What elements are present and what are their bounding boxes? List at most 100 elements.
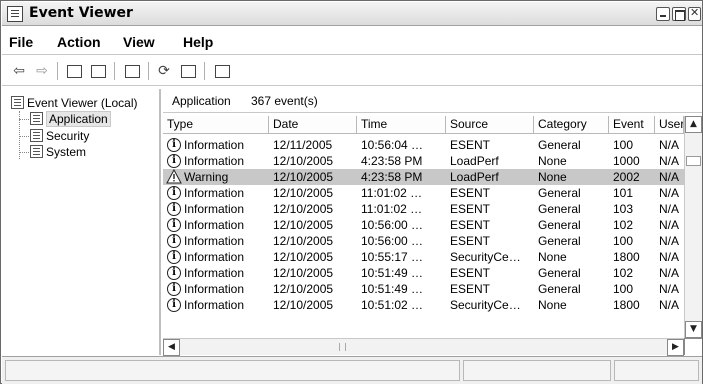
status-pane-tertiary (614, 360, 699, 381)
minimize-button[interactable] (656, 7, 670, 21)
close-button[interactable] (688, 6, 701, 21)
cell-source: ESENT (450, 234, 491, 248)
console-tree: Event Viewer (Local) Application Securit… (2, 89, 161, 355)
event-row[interactable]: i Information 12/10/2005 11:01:02 … ESENT Gen… (163, 201, 684, 217)
event-row[interactable]: i Information 12/11/2005 10:56:04 … ESENT Gen… (163, 137, 684, 153)
cell-type: Information (184, 234, 245, 248)
forward-arrow-icon[interactable]: ⇨ (32, 61, 52, 81)
cell-type: Information (184, 202, 245, 216)
column-date[interactable]: Date (269, 116, 357, 134)
column-time[interactable]: Time (357, 116, 446, 134)
maximize-button[interactable] (672, 7, 686, 21)
cell-event: 1000 (613, 154, 640, 168)
column-type[interactable]: Type (163, 116, 269, 134)
tree-connector (19, 119, 29, 120)
event-row[interactable]: i Information 12/10/2005 4:23:58 PM LoadPerf… (163, 153, 684, 169)
menu-file[interactable]: File (9, 34, 33, 50)
cell-event: 102 (613, 218, 634, 232)
menu-view[interactable]: View (123, 34, 155, 50)
column-user[interactable]: User (655, 116, 684, 134)
tree-item-system[interactable]: System (30, 144, 86, 160)
cell-time: 10:56:04 … (361, 138, 424, 152)
event-row[interactable]: i Information 12/10/2005 10:51:49 … ESENT Gen… (163, 265, 684, 281)
cell-user: N/A (659, 170, 680, 184)
cell-event: 100 (613, 282, 634, 296)
properties-icon[interactable] (122, 61, 142, 81)
cell-type: Information (184, 250, 245, 264)
refresh-icon[interactable]: ⟳ (154, 61, 174, 81)
cell-user: N/A (659, 250, 680, 264)
scroll-up-button[interactable]: ▲ (685, 116, 702, 133)
cell-category: General (538, 138, 581, 152)
tree-root-event-viewer[interactable]: Event Viewer (Local) (11, 95, 138, 111)
event-row[interactable]: i Information 12/10/2005 10:56:00 … ESENT Gen… (163, 233, 684, 249)
toolbar: ⇦ ⇨ ⟳ (2, 56, 702, 86)
title-bar[interactable]: Event Viewer (2, 2, 702, 26)
event-count: 367 event(s) (251, 94, 318, 108)
export-list-icon[interactable] (178, 61, 198, 81)
event-row[interactable]: i Information 12/10/2005 10:55:17 … Security… (163, 249, 684, 265)
column-source[interactable]: Source (446, 116, 534, 134)
cell-time: 10:56:00 … (361, 234, 424, 248)
horizontal-scrollbar[interactable]: ◀ ▶ (163, 338, 684, 356)
column-event[interactable]: Event (609, 116, 655, 134)
cell-user: N/A (659, 138, 680, 152)
cell-type: Information (184, 138, 245, 152)
event-log-icon (30, 112, 43, 125)
cell-user: N/A (659, 298, 680, 312)
toolbar-separator (57, 62, 58, 80)
cell-time: 10:51:49 … (361, 266, 424, 280)
cell-time: 4:23:58 PM (361, 170, 423, 184)
cell-category: General (538, 202, 581, 216)
show-hide-tree-icon[interactable] (88, 61, 108, 81)
information-icon: i (167, 186, 181, 200)
list-description-bar: Application 367 event(s) (163, 89, 702, 113)
column-category[interactable]: Category (534, 116, 609, 134)
information-icon: i (167, 250, 181, 264)
cell-category: General (538, 282, 581, 296)
cell-time: 10:55:17 … (361, 250, 424, 264)
event-row[interactable]: i Information 12/10/2005 11:01:02 … ESENT Gen… (163, 185, 684, 201)
vertical-scrollbar[interactable]: ▲ ▼ (684, 116, 702, 338)
help-icon[interactable] (212, 61, 232, 81)
cell-user: N/A (659, 218, 680, 232)
back-arrow-icon[interactable]: ⇦ (9, 61, 29, 81)
scroll-left-button[interactable]: ◀ (163, 339, 180, 356)
cell-type: Information (184, 154, 245, 168)
menu-bar: File Action View Help (2, 27, 702, 55)
cell-user: N/A (659, 266, 680, 280)
tree-item-application[interactable]: Application (30, 111, 111, 127)
event-viewer-app-icon[interactable] (7, 6, 23, 22)
up-folder-icon[interactable] (64, 61, 84, 81)
event-row[interactable]: i Information 12/10/2005 10:51:02 … Security… (163, 297, 684, 313)
cell-type: Information (184, 186, 245, 200)
cell-source: ESENT (450, 266, 491, 280)
information-icon: i (167, 234, 181, 248)
event-row[interactable]: i Information 12/10/2005 10:51:49 … ESENT Gen… (163, 281, 684, 297)
event-row[interactable]: i Information 12/10/2005 10:56:00 … ESENT Gen… (163, 217, 684, 233)
menu-action[interactable]: Action (57, 34, 101, 50)
cell-type: Information (184, 282, 245, 296)
window-title: Event Viewer (29, 5, 133, 21)
cell-source: ESENT (450, 186, 491, 200)
cell-type: Warning (184, 170, 229, 184)
information-icon: i (167, 154, 181, 168)
status-pane-secondary (463, 360, 611, 381)
cell-date: 12/10/2005 (273, 186, 334, 200)
event-row[interactable]: Warning 12/10/2005 4:23:58 PM LoadPerf None 2… (163, 169, 684, 185)
event-viewer-icon (11, 96, 24, 109)
events-list[interactable]: Type Date Time Source Category Event Use… (163, 114, 702, 355)
cell-date: 12/11/2005 (273, 138, 333, 152)
scroll-down-button[interactable]: ▼ (685, 321, 702, 338)
menu-help[interactable]: Help (183, 34, 213, 50)
status-pane-main (5, 360, 460, 381)
cell-time: 10:51:49 … (361, 282, 424, 296)
tree-item-security[interactable]: Security (30, 128, 89, 144)
toolbar-separator (204, 62, 205, 80)
cell-event: 103 (613, 202, 634, 216)
warning-icon (166, 169, 182, 184)
scroll-thumb[interactable] (686, 156, 701, 166)
cell-event: 1800 (613, 298, 640, 312)
scroll-right-button[interactable]: ▶ (667, 339, 684, 356)
cell-source: ESENT (450, 218, 491, 232)
